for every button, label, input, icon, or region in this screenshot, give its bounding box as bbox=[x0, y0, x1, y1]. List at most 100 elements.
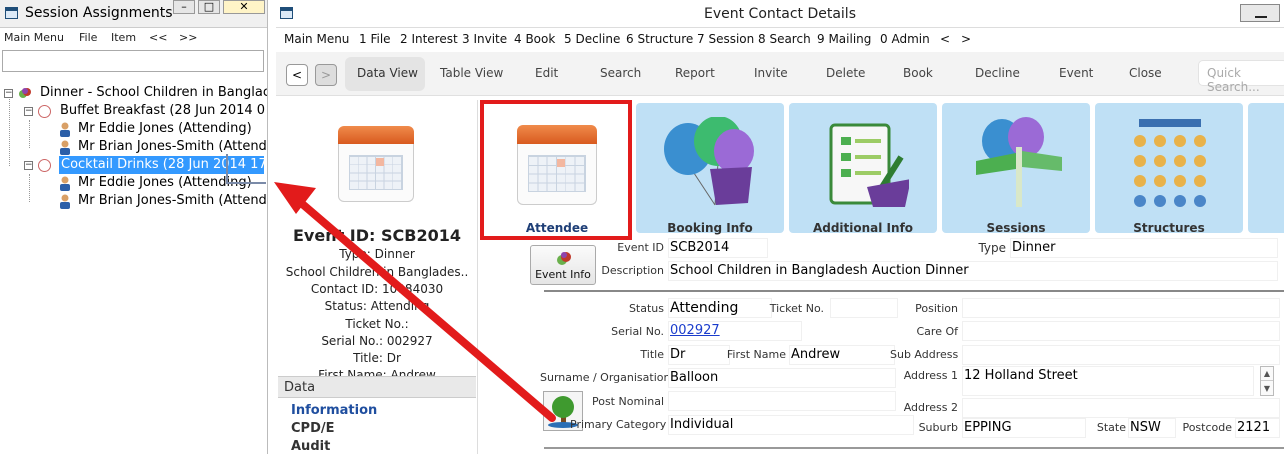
link-audit[interactable]: Audit bbox=[291, 439, 330, 454]
scroll-up-icon[interactable]: ▲ bbox=[1261, 367, 1273, 381]
field-description[interactable]: School Children in Bangladesh Auction Di… bbox=[668, 261, 1278, 281]
field-ticket-no[interactable] bbox=[830, 298, 898, 318]
label-position: Position bbox=[915, 302, 958, 315]
close-button[interactable]: ✕ bbox=[223, 0, 265, 14]
menu-prev[interactable]: << bbox=[149, 31, 167, 44]
menu-invite[interactable]: 3 Invite bbox=[462, 32, 507, 46]
label-title: Title bbox=[640, 348, 664, 361]
tree-node-label: Mr Eddie Jones (Attending) bbox=[78, 121, 252, 136]
menu-session[interactable]: 7 Session bbox=[697, 32, 754, 46]
field-event-id[interactable]: SCB2014 bbox=[668, 238, 768, 258]
menu-prev[interactable]: < bbox=[940, 32, 950, 46]
tile-label: Structures bbox=[1133, 221, 1205, 235]
close-button[interactable]: Close bbox=[1129, 66, 1162, 80]
label-state: State bbox=[1096, 421, 1126, 434]
back-button[interactable]: < bbox=[286, 64, 308, 86]
tile-additional-info[interactable]: Additional Info bbox=[789, 103, 937, 235]
tile-next[interactable] bbox=[1248, 103, 1284, 233]
menu-main-menu[interactable]: Main Menu bbox=[4, 31, 64, 44]
label-postcode: Postcode bbox=[1182, 421, 1232, 434]
label-primary-category: Primary Category bbox=[570, 418, 667, 431]
data-view-button[interactable]: Data View bbox=[357, 66, 418, 80]
event-icon bbox=[557, 252, 571, 265]
field-status[interactable]: Attending bbox=[668, 298, 772, 318]
toolbar: < > Data View Table View Edit Search Rep… bbox=[276, 52, 1284, 96]
label-status: Status bbox=[628, 302, 664, 315]
menu-next[interactable]: > bbox=[961, 32, 971, 46]
menu-mailing[interactable]: 9 Mailing bbox=[817, 32, 871, 46]
signpost-icon bbox=[976, 117, 1062, 207]
calendar-icon bbox=[338, 126, 414, 202]
person-icon bbox=[58, 176, 72, 191]
link-information[interactable]: Information bbox=[291, 403, 377, 418]
field-post-nominal[interactable] bbox=[668, 391, 896, 411]
delete-button[interactable]: Delete bbox=[826, 66, 865, 80]
label-address2: Address 2 bbox=[903, 401, 958, 414]
edit-button[interactable]: Edit bbox=[535, 66, 558, 80]
table-view-button[interactable]: Table View bbox=[440, 66, 503, 80]
book-button[interactable]: Book bbox=[903, 66, 933, 80]
clock-icon bbox=[38, 105, 51, 118]
tile-booking-info[interactable]: Booking Info bbox=[636, 103, 784, 235]
label-surname: Surname / Organisation bbox=[540, 371, 671, 384]
scroll-down-icon[interactable]: ▼ bbox=[1261, 382, 1273, 396]
search-button[interactable]: Search bbox=[600, 66, 641, 80]
person-icon bbox=[58, 194, 72, 209]
seating-chart-icon bbox=[1134, 119, 1206, 207]
minimize-button[interactable]: – bbox=[173, 0, 195, 14]
forward-button[interactable]: > bbox=[315, 64, 337, 86]
clock-icon bbox=[38, 159, 51, 172]
menu-book[interactable]: 4 Book bbox=[514, 32, 555, 46]
address-scrollbar[interactable]: ▲ ▼ bbox=[1260, 366, 1274, 396]
label-type: Type bbox=[978, 241, 1006, 255]
decline-button[interactable]: Decline bbox=[975, 66, 1020, 80]
field-postcode[interactable]: 2121 bbox=[1235, 418, 1280, 438]
tile-sessions[interactable]: Sessions bbox=[942, 103, 1090, 235]
summary-title: Title: Dr bbox=[353, 351, 401, 365]
menu-next[interactable]: >> bbox=[179, 31, 197, 44]
menu-admin[interactable]: 0 Admin bbox=[880, 32, 930, 46]
event-button[interactable]: Event bbox=[1059, 66, 1093, 80]
menu-file[interactable]: 1 File bbox=[359, 32, 391, 46]
quick-search-input[interactable]: Quick Search... bbox=[1198, 60, 1284, 94]
menu-item[interactable]: Item bbox=[111, 31, 136, 44]
field-surname[interactable]: Balloon bbox=[668, 368, 896, 388]
summary-event-id: Event ID: SCB2014 bbox=[292, 226, 461, 245]
field-first-name[interactable]: Andrew bbox=[789, 345, 895, 365]
data-panel-header: Data bbox=[278, 376, 476, 398]
event-info-button[interactable]: Event Info bbox=[530, 245, 596, 285]
menu-main-menu[interactable]: Main Menu bbox=[284, 32, 349, 46]
minimize-button[interactable] bbox=[1240, 4, 1280, 22]
tile-structures[interactable]: Structures bbox=[1095, 103, 1243, 235]
field-care-of[interactable] bbox=[962, 321, 1280, 341]
person-icon bbox=[58, 122, 72, 137]
main-menu-bar: Main Menu 1 File 2 Interest 3 Invite 4 B… bbox=[276, 30, 1284, 48]
field-state[interactable]: NSW bbox=[1128, 418, 1176, 438]
field-address2[interactable] bbox=[962, 398, 1280, 418]
summary-description: School Children in Banglades.. bbox=[285, 265, 469, 279]
report-button[interactable]: Report bbox=[675, 66, 715, 80]
field-type[interactable]: Dinner bbox=[1010, 238, 1278, 258]
link-cpd[interactable]: CPD/E bbox=[291, 421, 335, 436]
menu-decline[interactable]: 5 Decline bbox=[564, 32, 620, 46]
menu-interest[interactable]: 2 Interest bbox=[400, 32, 458, 46]
tree-node-label: Buffet Breakfast (28 Jun 2014 0 bbox=[60, 103, 266, 118]
serial-no-link[interactable]: 002927 bbox=[668, 321, 802, 341]
field-primary-category[interactable]: Individual bbox=[668, 415, 914, 435]
maximize-button[interactable]: □ bbox=[198, 0, 220, 14]
field-position[interactable] bbox=[962, 298, 1280, 318]
label-serial-no: Serial No. bbox=[611, 325, 664, 338]
menu-search[interactable]: 8 Search bbox=[758, 32, 811, 46]
menu-structure[interactable]: 6 Structure bbox=[626, 32, 693, 46]
invite-button[interactable]: Invite bbox=[754, 66, 788, 80]
data-panel-title: Data bbox=[284, 380, 316, 395]
field-sub-address[interactable] bbox=[962, 345, 1280, 365]
field-address1[interactable]: 12 Holland Street bbox=[962, 366, 1254, 396]
separator bbox=[544, 290, 1284, 292]
menu-file[interactable]: File bbox=[79, 31, 97, 44]
field-suburb[interactable]: EPPING bbox=[962, 418, 1086, 438]
left-search-input[interactable] bbox=[2, 50, 264, 72]
summary-type: Type: Dinner bbox=[339, 247, 415, 261]
drag-indicator bbox=[226, 154, 266, 184]
summary-serial: Serial No.: 002927 bbox=[321, 334, 433, 348]
